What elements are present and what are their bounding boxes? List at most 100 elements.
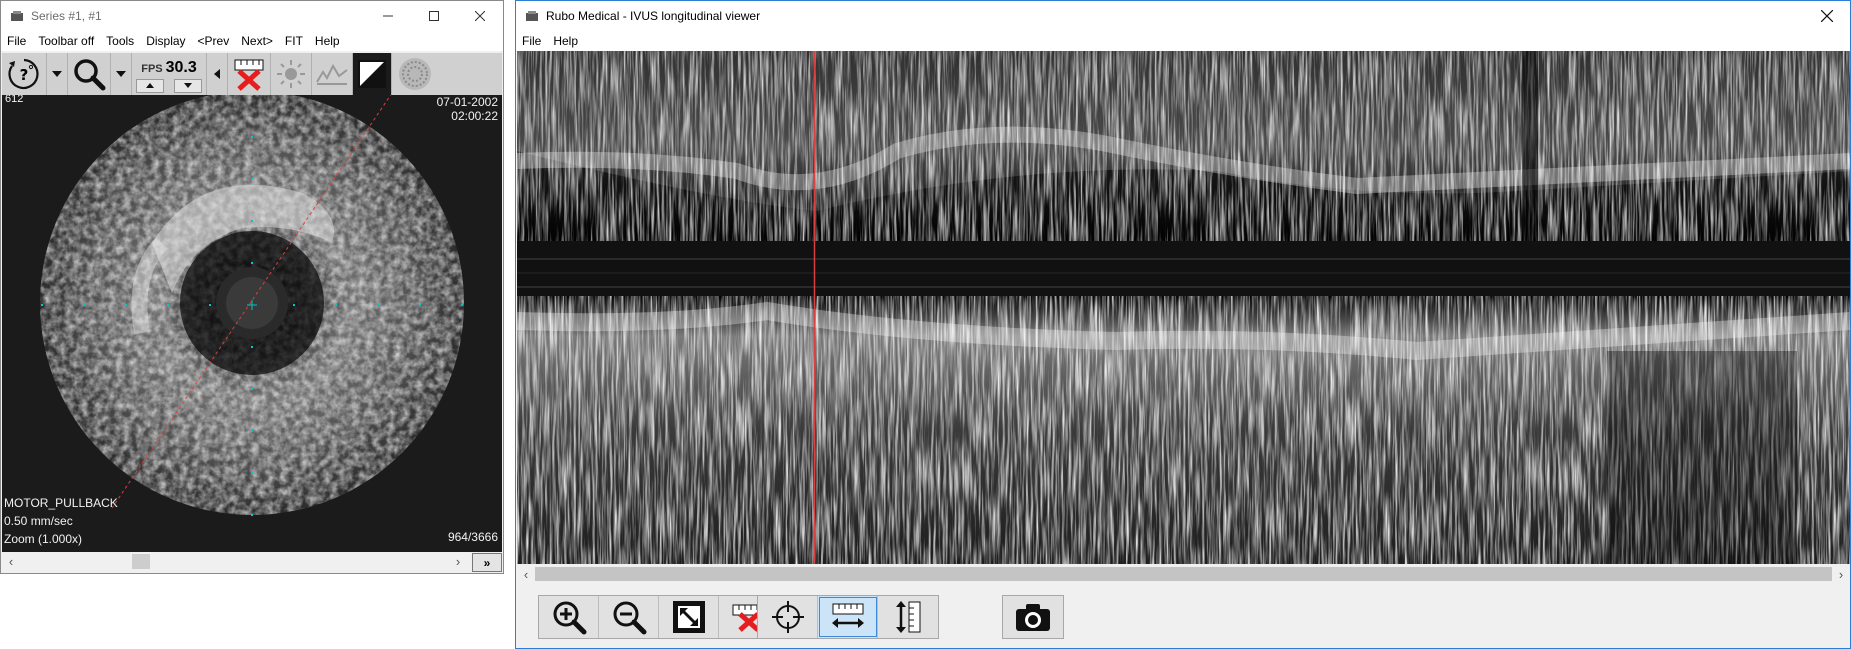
vertical-measure-button[interactable] [878, 596, 938, 638]
vertical-measure-icon [896, 601, 921, 633]
calibration-tick [461, 304, 463, 306]
calibration-tick [251, 220, 253, 222]
series-menubar: File Toolbar off Tools Display <Prev Nex… [1, 31, 503, 51]
magnify-dropdown-button[interactable] [111, 53, 132, 95]
contrast-button[interactable] [353, 53, 392, 95]
calibration-tick [377, 304, 379, 306]
calibration-tick [251, 262, 253, 264]
longitudinal-image [517, 51, 1850, 564]
menu-file[interactable]: File [1, 31, 32, 51]
crosshair-icon [771, 601, 804, 633]
delete-measurement-button[interactable] [228, 53, 271, 95]
pattern-button[interactable] [392, 53, 438, 95]
filter-icon [316, 63, 348, 85]
scroll-left-icon[interactable]: ‹ [519, 565, 533, 583]
magnify-button[interactable] [68, 53, 111, 95]
measure-toolgroup [757, 595, 939, 639]
scroll-right-icon[interactable]: › [451, 552, 465, 571]
horizontal-measure-button[interactable] [818, 596, 878, 638]
prev-icon [214, 69, 220, 79]
pullback-speed: 0.50 mm/sec [4, 514, 73, 528]
calibration-tick [167, 304, 169, 306]
viewer-horizontal-scrollbar[interactable]: ‹ › [517, 565, 1850, 583]
calibration-tick [251, 136, 253, 138]
calibration-tick [209, 304, 211, 306]
series-titlebar[interactable]: Series #1, #1 [1, 1, 503, 31]
study-time: 02:00:22 [451, 109, 498, 123]
app-icon [524, 8, 540, 24]
rotate-help-button[interactable]: ? [2, 53, 47, 95]
menu-help[interactable]: Help [309, 31, 346, 51]
calibration-tick [125, 304, 127, 306]
calibration-tick [41, 304, 43, 306]
viewer-titlebar[interactable]: Rubo Medical - IVUS longitudinal viewer [516, 1, 1850, 31]
zoom-in-icon [553, 601, 586, 635]
fps-up-button[interactable] [136, 78, 164, 93]
longitudinal-viewer-window: Rubo Medical - IVUS longitudinal viewer … [515, 0, 1851, 649]
brightness-icon [277, 60, 305, 88]
window-title: Rubo Medical - IVUS longitudinal viewer [546, 9, 761, 23]
viewer-menubar: File Help [516, 31, 1850, 51]
menu-display[interactable]: Display [140, 31, 191, 51]
scrollbar-thumb[interactable] [535, 567, 1832, 581]
down-arrow-icon [184, 83, 192, 88]
minimize-button[interactable] [365, 1, 411, 31]
calibration-tick [251, 346, 253, 348]
menu-next[interactable]: Next> [235, 31, 279, 51]
calibration-tick [251, 472, 253, 474]
scroll-right-icon[interactable]: › [1834, 565, 1848, 583]
close-button[interactable] [457, 1, 503, 31]
fit-icon [672, 601, 705, 633]
menu-file[interactable]: File [516, 31, 547, 51]
menu-tools[interactable]: Tools [100, 31, 140, 51]
window-title: Series #1, #1 [31, 9, 102, 23]
zoom-out-button[interactable] [599, 596, 659, 638]
calibration-tick [419, 304, 421, 306]
series-toolbar: ? FPS 30.3 [2, 53, 502, 95]
crosshair-button[interactable] [758, 596, 818, 638]
rotate-help-icon: ? [8, 58, 39, 90]
menu-prev[interactable]: <Prev [192, 31, 236, 51]
fit-button[interactable] [659, 596, 719, 638]
menu-fit[interactable]: FIT [279, 31, 309, 51]
scrollbar-thumb[interactable] [132, 554, 150, 569]
calibration-tick [251, 178, 253, 180]
zoom-in-button[interactable] [539, 596, 599, 638]
fps-label: FPS [141, 62, 163, 75]
menu-toolbar-off[interactable]: Toolbar off [32, 31, 100, 51]
snapshot-button[interactable] [1003, 596, 1063, 638]
calibration-tick [251, 430, 253, 432]
longitudinal-view[interactable] [517, 51, 1850, 564]
fps-down-button[interactable] [174, 78, 202, 93]
study-info: 07-01-2002 02:00:22 [437, 95, 498, 123]
rotate-dropdown-button[interactable] [47, 53, 68, 95]
scroll-left-icon[interactable]: ‹ [4, 552, 18, 571]
close-icon [1821, 10, 1833, 22]
app-icon [9, 8, 25, 24]
pullback-mode: MOTOR_PULLBACK [4, 496, 118, 510]
zoom-toolgroup [538, 595, 780, 639]
calibration-tick [251, 388, 253, 390]
maximize-button[interactable] [411, 1, 457, 31]
horizontal-measure-icon [831, 603, 864, 628]
snapshot-toolgroup [1002, 595, 1064, 639]
series-window: Series #1, #1 File Toolbar off Tools Dis… [0, 0, 504, 574]
menu-help[interactable]: Help [547, 31, 584, 51]
ivus-crosssection-viewport[interactable]: 612 07-01-2002 02:00:22 MOTOR_PULLBACK 0… [2, 53, 502, 552]
calibration-markers [41, 94, 463, 516]
frame-counter: 964/3666 [447, 530, 498, 544]
fps-control: FPS 30.3 [132, 53, 207, 95]
camera-icon [1016, 604, 1050, 631]
brightness-button[interactable] [271, 53, 312, 95]
fast-forward-button[interactable]: » [472, 553, 502, 572]
calibration-tick [251, 514, 253, 516]
series-horizontal-scrollbar[interactable]: ‹ › » [2, 552, 502, 572]
contrast-icon [358, 60, 386, 88]
pattern-icon [399, 58, 431, 90]
filter-button[interactable] [312, 53, 353, 95]
prev-frame-button[interactable] [207, 53, 228, 95]
calibration-tick [83, 304, 85, 306]
fast-forward-icon: » [483, 555, 491, 570]
close-button[interactable] [1804, 1, 1850, 31]
delete-measure-icon [234, 59, 264, 91]
